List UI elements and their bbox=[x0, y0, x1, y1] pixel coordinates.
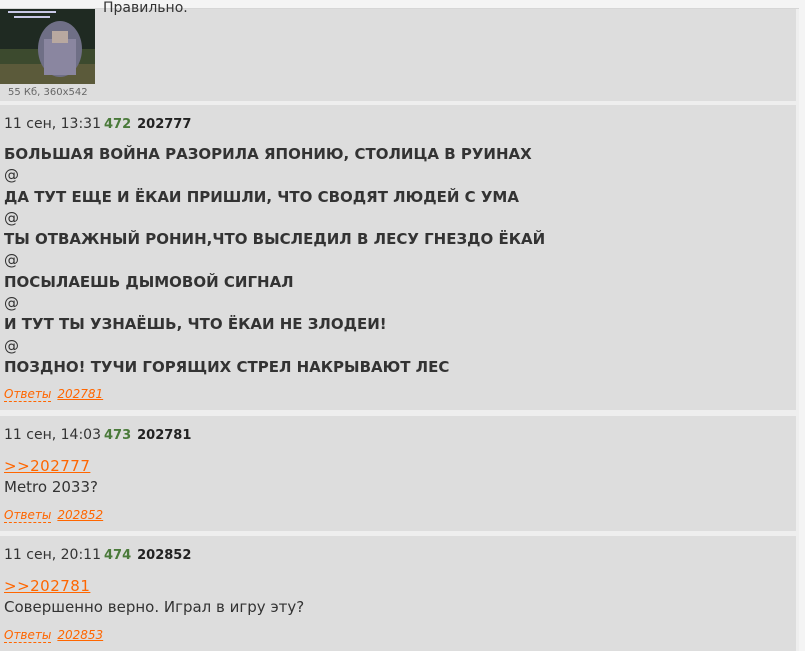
post-id[interactable]: 202852 bbox=[137, 548, 191, 563]
post-body: >>202781 Совершенно верно. Играл в игру … bbox=[4, 576, 304, 618]
post-line: ТЫ ОТВАЖНЫЙ РОНИН,ЧТО ВЫСЛЕДИЛ В ЛЕСУ ГН… bbox=[4, 230, 546, 249]
post-text: Совершенно верно. Играл в игру эту? bbox=[4, 598, 305, 616]
post-text: Правильно. bbox=[103, 0, 188, 16]
replies-label: Ответы bbox=[4, 387, 52, 402]
post-body: БОЛЬШАЯ ВОЙНА РАЗОРИЛА ЯПОНИЮ, СТОЛИЦА В… bbox=[4, 144, 545, 378]
post-id[interactable]: 202777 bbox=[137, 117, 191, 132]
post-number: 472 bbox=[103, 117, 132, 132]
post-id[interactable]: 202781 bbox=[137, 428, 191, 443]
post: 11 сен, 20:11 474 202852 >>202781 Совершен… bbox=[0, 536, 796, 651]
post-replies: Ответы 202852 bbox=[4, 508, 103, 523]
reply-link[interactable]: 202852 bbox=[57, 508, 103, 522]
post-line: ПОЗДНО! ТУЧИ ГОРЯЩИХ СТРЕЛ НАКРЫВАЮТ ЛЕС bbox=[4, 357, 450, 376]
post-line: И ТУТ ТЫ УЗНАЁШЬ, ЧТО ЁКАИ НЕ ЗЛОДЕИ! bbox=[4, 315, 387, 334]
post-date: 11 сен, 20:11 bbox=[4, 547, 101, 563]
reply-link[interactable]: 202853 bbox=[57, 628, 103, 642]
post-line: @ bbox=[4, 336, 19, 355]
post-thumbnail[interactable] bbox=[0, 9, 95, 84]
quote-link[interactable]: >>202781 bbox=[4, 576, 304, 597]
post-replies: Ответы 202781 bbox=[4, 387, 103, 402]
post-body: >>202777 Metro 2033? bbox=[4, 456, 98, 498]
reply-link[interactable]: 202781 bbox=[57, 387, 103, 401]
post-line: @ bbox=[4, 208, 19, 227]
post-line: @ bbox=[4, 251, 19, 270]
post-text: Metro 2033? bbox=[4, 478, 98, 496]
post-replies: Ответы 202853 bbox=[4, 628, 103, 643]
thumbnail-image bbox=[0, 9, 95, 84]
post-date: 11 сен, 13:31 bbox=[4, 116, 101, 132]
post: 11 сен, 14:03 473 202781 >>202777 Metro 20… bbox=[0, 416, 796, 531]
replies-label: Ответы bbox=[4, 628, 52, 643]
post-partial: 55 Кб, 360x542 Правильно. bbox=[0, 0, 796, 101]
quote-link[interactable]: >>202777 bbox=[4, 456, 98, 477]
post-line: ДА ТУТ ЕЩЕ И ЁКАИ ПРИШЛИ, ЧТО СВОДЯТ ЛЮД… bbox=[4, 187, 519, 206]
post-header: 11 сен, 13:31 472 202777 bbox=[4, 116, 191, 132]
post: 11 сен, 13:31 472 202777 БОЛЬШАЯ ВОЙНА РАЗ… bbox=[0, 105, 796, 410]
replies-label: Ответы bbox=[4, 508, 52, 523]
post-line: @ bbox=[4, 166, 19, 185]
post-header: 11 сен, 20:11 474 202852 bbox=[4, 547, 191, 563]
post-line: БОЛЬШАЯ ВОЙНА РАЗОРИЛА ЯПОНИЮ, СТОЛИЦА В… bbox=[4, 145, 532, 163]
post-number: 474 bbox=[103, 548, 132, 563]
post-line: @ bbox=[4, 294, 19, 313]
scrollbar[interactable] bbox=[799, 0, 805, 651]
post-date: 11 сен, 14:03 bbox=[4, 427, 101, 443]
post-line: ПОСЫЛАЕШЬ ДЫМОВОЙ СИГНАЛ bbox=[4, 272, 294, 291]
file-info: 55 Кб, 360x542 bbox=[8, 87, 88, 98]
post-header: 11 сен, 14:03 473 202781 bbox=[4, 427, 191, 443]
post-number: 473 bbox=[103, 428, 132, 443]
